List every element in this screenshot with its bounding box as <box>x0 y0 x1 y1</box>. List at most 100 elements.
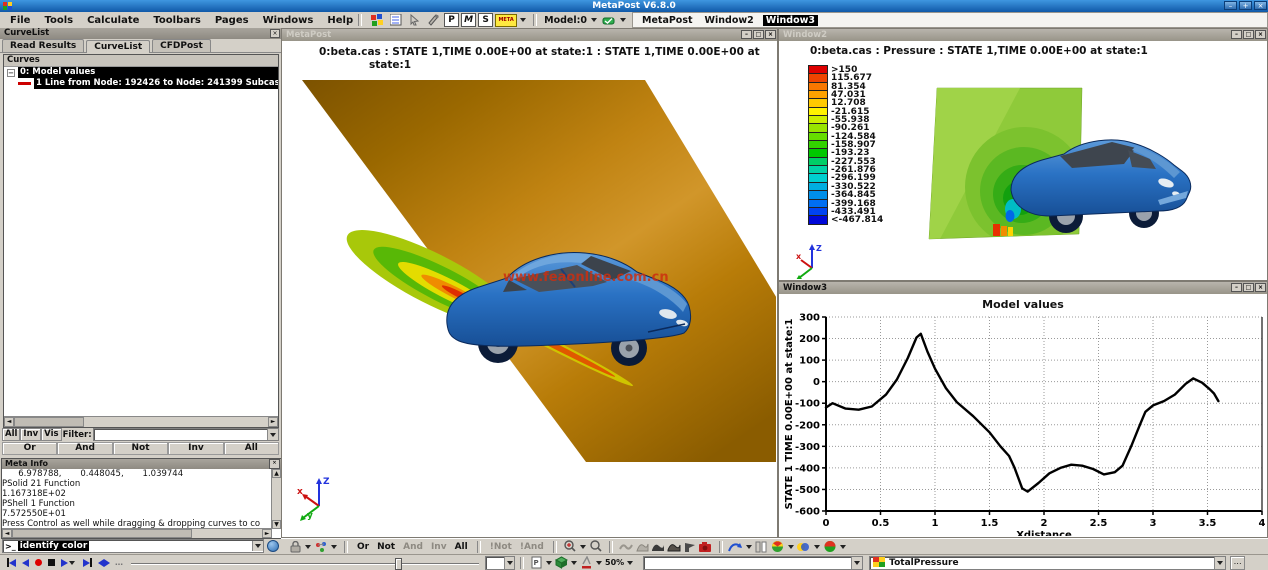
model-tool-icon[interactable]: M <box>461 13 476 27</box>
inv-button[interactable]: Inv <box>20 428 41 441</box>
loop-button[interactable] <box>98 559 110 567</box>
hidden-line-view-icon[interactable] <box>634 540 650 553</box>
window2-3d-canvas[interactable]: 0:beta.cas : Pressure : STATE 1,TIME 0.0… <box>780 42 1266 279</box>
scroll-thumb[interactable] <box>14 417 84 427</box>
tab-cfdpost[interactable]: CFDPost <box>152 39 211 52</box>
tree-expander-icon[interactable]: − <box>7 69 15 77</box>
pointer-tool-icon[interactable] <box>406 13 423 28</box>
window-close-button[interactable]: × <box>1254 1 1267 10</box>
plot-tool-icon[interactable]: P <box>444 13 459 27</box>
result-combo[interactable]: TotalPressure <box>869 556 1226 570</box>
tree-root-label[interactable]: 0: Model values <box>18 67 278 78</box>
scroll-right-icon[interactable]: ► <box>268 417 278 427</box>
maximize-icon[interactable]: □ <box>753 30 764 39</box>
menu-tools[interactable]: Tools <box>44 15 73 26</box>
result-selector-value[interactable]: TotalPressure <box>889 558 958 568</box>
zoom-level[interactable]: 50% <box>605 558 624 567</box>
browse-results-button[interactable]: … <box>1230 556 1245 570</box>
menu-toolbars[interactable]: Toolbars <box>153 15 200 26</box>
command-input[interactable]: >_ identify color <box>2 539 264 553</box>
scroll-right-icon[interactable]: ► <box>262 529 272 538</box>
window-minimize-button[interactable]: – <box>1224 1 1237 10</box>
lock-icon[interactable] <box>287 540 303 553</box>
maximize-icon[interactable]: □ <box>1243 30 1254 39</box>
flag-annotation-icon[interactable] <box>682 540 698 553</box>
curve-tool-dropdown-icon[interactable] <box>746 545 752 549</box>
window-tab-window3[interactable]: Window3 <box>763 15 818 26</box>
toolbar-not-button[interactable]: Not <box>373 542 399 552</box>
window-tab-window2[interactable]: Window2 <box>702 15 757 26</box>
menu-file[interactable]: File <box>10 15 30 26</box>
shaded-view-icon[interactable] <box>650 540 666 553</box>
chart-canvas[interactable]: Model values 00.511.522.533.543002001000… <box>780 295 1266 536</box>
eraser-tool-dropdown[interactable] <box>620 18 626 22</box>
lock-dropdown-icon[interactable] <box>305 545 311 549</box>
fringe-sphere-icon[interactable] <box>770 540 786 553</box>
vis-button[interactable]: Vis <box>41 428 61 441</box>
cube-view-icon[interactable] <box>554 556 569 569</box>
frame-number-combo[interactable] <box>485 556 515 570</box>
identify-dropdown-icon[interactable] <box>331 545 337 549</box>
toolbar-and-button[interactable]: And <box>399 542 427 552</box>
vector-plot-icon[interactable] <box>796 540 812 553</box>
menu-help[interactable]: Help <box>327 15 353 26</box>
tree-hscrollbar[interactable]: ◄ ► <box>4 416 278 427</box>
last-frame-button[interactable] <box>83 558 92 567</box>
background-dropdown-icon[interactable] <box>596 561 602 565</box>
record-button[interactable] <box>35 559 42 566</box>
fringe-dropdown-icon[interactable] <box>788 545 794 549</box>
window3-titlebar[interactable]: Window3 – □ × <box>779 282 1267 294</box>
annotate-tool-icon[interactable] <box>425 13 442 28</box>
layout-columns-icon[interactable] <box>754 540 770 553</box>
identify-points-icon[interactable] <box>313 540 329 553</box>
viewer-3d-canvas[interactable]: 0:beta.cas : STATE 1,TIME 0.00E+00 at st… <box>283 42 776 536</box>
clipboard-dropdown-icon[interactable] <box>546 561 552 565</box>
scroll-down-icon[interactable]: ▼ <box>272 520 281 529</box>
menu-windows[interactable]: Windows <box>263 15 314 26</box>
curve-list-close-icon[interactable]: × <box>270 29 280 38</box>
tab-curvelist[interactable]: CurveList <box>86 40 150 53</box>
tree-child-label[interactable]: 1 Line from Node: 192426 to Node: 241399… <box>34 78 278 89</box>
list-options-icon[interactable] <box>387 13 404 28</box>
camera-icon[interactable] <box>698 540 714 553</box>
window-tab-metapost[interactable]: MetaPost <box>639 15 696 26</box>
annotation-combo[interactable] <box>643 556 863 570</box>
animation-slider[interactable] <box>131 558 479 568</box>
background-color-icon[interactable] <box>579 556 594 569</box>
minimize-icon[interactable]: – <box>1231 30 1242 39</box>
toolbar-inv-button[interactable]: Inv <box>427 542 451 552</box>
toolbar-or-button[interactable]: Or <box>353 542 373 552</box>
meta-info-close-icon[interactable]: × <box>269 459 280 469</box>
logic-inv-button[interactable]: Inv <box>168 442 223 455</box>
cube-dropdown-icon[interactable] <box>571 561 577 565</box>
play-backward-button[interactable] <box>22 559 29 567</box>
menu-pages[interactable]: Pages <box>215 15 249 26</box>
meta-info-hscrollbar[interactable]: ◄ ► <box>2 528 272 538</box>
zoom-dropdown-icon[interactable] <box>580 545 586 549</box>
metapost-window-titlebar[interactable]: MetaPost – □ × <box>282 29 777 41</box>
meta-tool-dropdown[interactable] <box>520 18 526 22</box>
curve-list-titlebar[interactable]: CurveList <box>0 28 281 39</box>
play-button[interactable] <box>61 559 77 567</box>
window2-titlebar[interactable]: Window2 – □ × <box>779 29 1267 41</box>
logic-and-button[interactable]: And <box>57 442 112 455</box>
logic-all-button[interactable]: All <box>224 442 279 455</box>
curve-tool-icon[interactable] <box>728 540 744 553</box>
scroll-up-icon[interactable]: ▲ <box>272 469 281 478</box>
close-icon[interactable]: × <box>1255 283 1266 292</box>
isosurface-icon[interactable] <box>822 540 838 553</box>
shaded-edges-view-icon[interactable] <box>666 540 682 553</box>
zoom-reset-icon[interactable] <box>588 540 604 553</box>
close-icon[interactable]: × <box>765 30 776 39</box>
wireframe-view-icon[interactable] <box>618 540 634 553</box>
all-button[interactable]: All <box>2 428 20 441</box>
more-options-icon[interactable]: … <box>115 558 123 567</box>
minimize-icon[interactable]: – <box>741 30 752 39</box>
scroll-track[interactable] <box>192 529 262 538</box>
scroll-track[interactable] <box>84 417 268 427</box>
meta-info-vscrollbar[interactable]: ▲ ▼ <box>271 469 281 529</box>
command-value[interactable]: identify color <box>18 541 90 551</box>
vector-dropdown-icon[interactable] <box>814 545 820 549</box>
close-icon[interactable]: × <box>1255 30 1266 39</box>
command-run-icon[interactable] <box>267 540 279 552</box>
